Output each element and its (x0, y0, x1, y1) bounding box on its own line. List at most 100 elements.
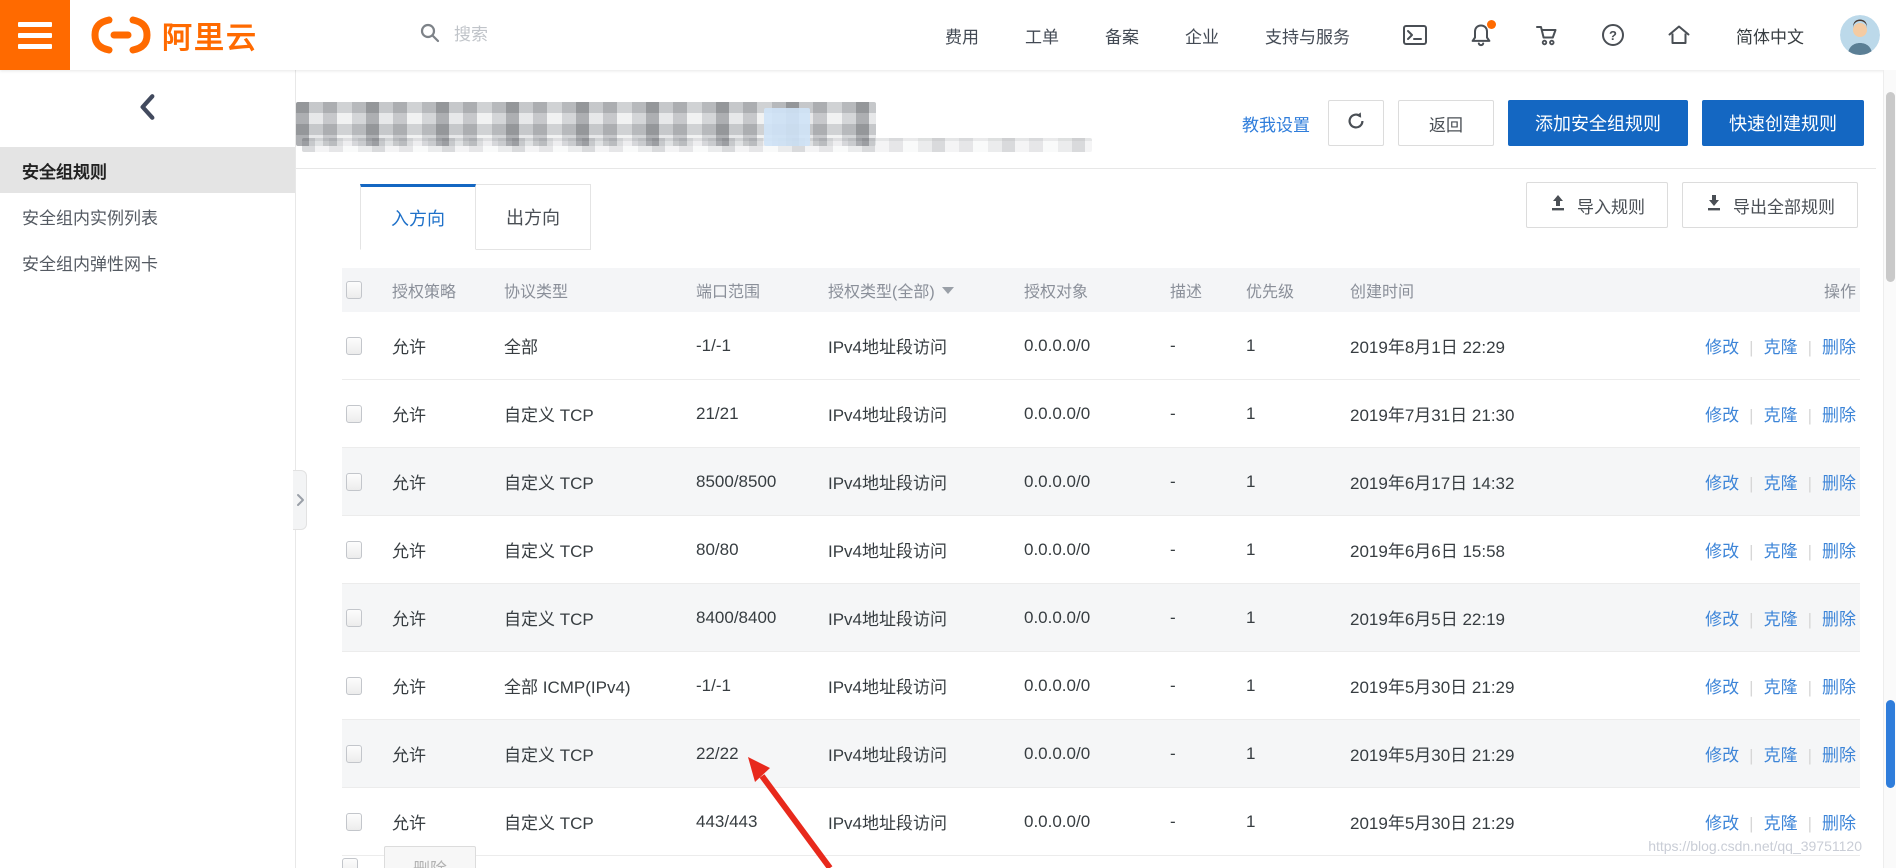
cell-protocol: 全部 ICMP(IPv4) (504, 678, 631, 697)
row-action-clone[interactable]: 克隆 (1764, 474, 1798, 493)
sidebar-expand-handle[interactable] (293, 470, 307, 530)
cell-description: - (1170, 471, 1176, 491)
sidebar-item-security-group-rules[interactable]: 安全组规则 (0, 147, 295, 193)
row-action-modify[interactable]: 修改 (1705, 610, 1739, 629)
row-checkbox[interactable] (346, 336, 362, 355)
home-icon[interactable] (1666, 22, 1692, 48)
console-icon[interactable] (1402, 22, 1428, 48)
action-separator: | (1749, 338, 1754, 357)
row-checkbox[interactable] (346, 404, 362, 423)
topbar-search[interactable] (418, 21, 718, 50)
cell-priority: 1 (1246, 471, 1256, 491)
row-action-delete[interactable]: 删除 (1822, 406, 1856, 425)
table-row: 允许 自定义 TCP 22/22 IPv4地址段访问 0.0.0.0/0 - 1 2019年5… (342, 720, 1860, 788)
hamburger-menu-icon[interactable] (0, 0, 70, 70)
row-action-clone[interactable]: 克隆 (1764, 678, 1798, 697)
export-all-rules-button[interactable]: 导出全部规则 (1682, 182, 1858, 228)
row-action-clone[interactable]: 克隆 (1764, 746, 1798, 765)
nav-icp[interactable]: 备案 (1105, 23, 1139, 48)
row-action-clone[interactable]: 克隆 (1764, 610, 1798, 629)
upload-icon (1549, 194, 1567, 217)
export-all-rules-label: 导出全部规则 (1733, 197, 1835, 217)
row-checkbox[interactable] (346, 676, 362, 695)
row-action-modify[interactable]: 修改 (1705, 746, 1739, 765)
row-action-clone[interactable]: 克隆 (1764, 406, 1798, 425)
quick-create-rule-button[interactable]: 快速创建规则 (1702, 100, 1864, 146)
user-avatar[interactable] (1840, 15, 1880, 55)
row-action-clone[interactable]: 克隆 (1764, 542, 1798, 561)
help-icon[interactable]: ? (1600, 22, 1626, 48)
cell-created: 2019年7月31日 21:30 (1350, 406, 1515, 425)
row-action-delete[interactable]: 删除 (1822, 814, 1856, 833)
action-separator: | (1807, 542, 1812, 561)
row-action-delete[interactable]: 删除 (1822, 542, 1856, 561)
sidebar-item-instances-in-group[interactable]: 安全组内实例列表 (0, 193, 295, 239)
tab-outbound[interactable]: 出方向 (476, 184, 591, 250)
search-input[interactable] (454, 25, 684, 45)
table-row: 允许 自定义 TCP 21/21 IPv4地址段访问 0.0.0.0/0 - 1 2019年7… (342, 380, 1860, 448)
col-actions: 操作 (1823, 284, 1856, 301)
refresh-icon (1345, 110, 1367, 137)
cell-policy: 允许 (392, 474, 426, 493)
row-checkbox[interactable] (346, 540, 362, 559)
row-action-modify[interactable]: 修改 (1705, 542, 1739, 561)
col-description: 描述 (1170, 284, 1203, 301)
language-selector[interactable]: 简体中文 (1736, 23, 1804, 48)
row-action-modify[interactable]: 修改 (1705, 338, 1739, 357)
row-action-delete[interactable]: 删除 (1822, 678, 1856, 697)
cart-icon[interactable] (1534, 22, 1560, 48)
cell-port-range: 8400/8400 (696, 607, 777, 627)
row-checkbox[interactable] (346, 472, 362, 491)
alibaba-cloud-logo[interactable]: 阿里云 (88, 13, 258, 57)
page-scrollbar[interactable] (1883, 70, 1896, 868)
row-action-delete[interactable]: 删除 (1822, 338, 1856, 357)
nav-billing[interactable]: 费用 (945, 23, 979, 48)
cell-port-range: -1/-1 (696, 335, 731, 355)
row-action-modify[interactable]: 修改 (1705, 474, 1739, 493)
tab-inbound[interactable]: 入方向 (360, 184, 476, 250)
row-action-clone[interactable]: 克隆 (1764, 338, 1798, 357)
cell-protocol: 自定义 TCP (504, 474, 594, 493)
row-action-modify[interactable]: 修改 (1705, 678, 1739, 697)
cell-port-range: 80/80 (696, 539, 739, 559)
nav-enterprise[interactable]: 企业 (1185, 23, 1219, 48)
row-checkbox[interactable] (346, 744, 362, 763)
select-all-checkbox[interactable] (346, 281, 362, 299)
row-checkbox[interactable] (346, 812, 362, 831)
row-action-clone[interactable]: 克隆 (1764, 814, 1798, 833)
cell-actions: 修改 | 克隆 | 删除 (1608, 401, 1860, 426)
action-separator: | (1807, 746, 1812, 765)
cell-actions: 修改 | 克隆 | 删除 (1608, 741, 1860, 766)
bell-icon[interactable] (1468, 20, 1496, 48)
cell-auth-object: 0.0.0.0/0 (1024, 539, 1091, 559)
filter-caret-icon[interactable] (941, 286, 954, 294)
scrollbar-thumb[interactable] (1886, 92, 1895, 282)
row-action-delete[interactable]: 删除 (1822, 746, 1856, 765)
bulk-delete-button[interactable]: 删除 (384, 846, 476, 868)
back-button[interactable]: 返回 (1398, 100, 1494, 146)
row-action-modify[interactable]: 修改 (1705, 814, 1739, 833)
cell-priority: 1 (1246, 811, 1256, 831)
cell-priority: 1 (1246, 335, 1256, 355)
rule-io-buttons: 导入规则 导出全部规则 (1526, 182, 1858, 228)
cell-created: 2019年5月30日 21:29 (1350, 678, 1515, 697)
cell-actions: 修改 | 克隆 | 删除 (1608, 605, 1860, 630)
row-action-modify[interactable]: 修改 (1705, 406, 1739, 425)
row-checkbox[interactable] (346, 608, 362, 627)
cell-description: - (1170, 607, 1176, 627)
header-actions: 教我设置 返回 添加安全组规则 快速创建规则 (1242, 100, 1864, 146)
sidebar-item-enis-in-group[interactable]: 安全组内弹性网卡 (0, 239, 295, 285)
row-action-delete[interactable]: 删除 (1822, 610, 1856, 629)
teach-me-setup-link[interactable]: 教我设置 (1242, 111, 1310, 136)
row-action-delete[interactable]: 删除 (1822, 474, 1856, 493)
sidebar-collapse-button[interactable] (0, 70, 295, 147)
import-rules-button[interactable]: 导入规则 (1526, 182, 1668, 228)
nav-support[interactable]: 支持与服务 (1265, 23, 1350, 48)
refresh-button[interactable] (1328, 100, 1384, 146)
page-header: 教我设置 返回 添加安全组规则 快速创建规则 (296, 96, 1872, 152)
cell-actions: 修改 | 克隆 | 删除 (1608, 673, 1860, 698)
cell-created: 2019年6月5日 22:19 (1350, 610, 1505, 629)
add-security-group-rule-button[interactable]: 添加安全组规则 (1508, 100, 1688, 146)
nav-tickets[interactable]: 工单 (1025, 23, 1059, 48)
bulk-select-checkbox[interactable] (342, 858, 358, 868)
